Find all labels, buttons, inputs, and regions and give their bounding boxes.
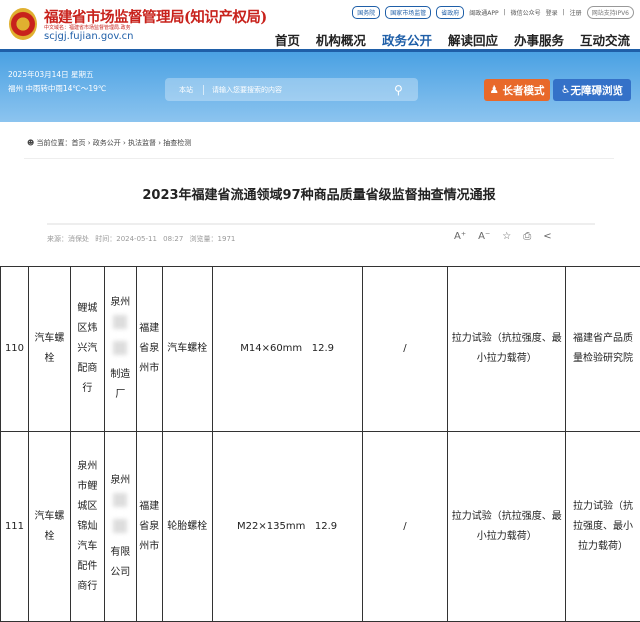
cell-lab: 拉力试验（抗拉强度、最小拉力载荷） [566,432,640,622]
elder-mode-label: 长者模式 [503,83,545,98]
cell-product: 汽车螺栓 [28,432,70,622]
article-tools: A⁺ A⁻ ☆ ⎙ < [454,231,552,242]
person-icon: ♟ [489,84,502,96]
search-icon[interactable]: ⚲ [394,83,418,97]
breadcrumb[interactable]: ☻ 当前位置：首页 › 政务公开 › 执法监督 › 抽查检测 [27,138,191,148]
cell-product: 汽车螺栓 [28,267,70,432]
font-decrease-icon[interactable]: A⁻ [478,231,490,242]
maker-suffix: 有限公司 [110,547,130,578]
grade: 12.9 [315,521,337,532]
login-link[interactable]: 登录 [546,8,558,17]
link-app[interactable]: 闽政通APP [469,8,498,17]
link-wechat[interactable]: 微信公众号 [511,8,541,17]
cell-brand: / [362,432,448,622]
cell-sample: 轮胎螺栓 [162,432,212,622]
nav-interaction[interactable]: 互动交流 [580,30,630,49]
cell-brand: / [362,267,448,432]
divider [24,158,614,159]
redacted [113,315,127,329]
cell-maker: 泉州有限公司 [104,432,136,622]
redacted [113,493,127,507]
cell-spec: M14×60mm 12.9 [212,267,362,432]
search-input[interactable]: 请输入您要搜索的内容 [204,85,394,95]
view-count: 浏览量：1971 [190,235,236,243]
spec: M22×135mm [237,521,305,532]
cell-spec: M22×135mm 12.9 [212,432,362,622]
nav-services[interactable]: 办事服务 [514,30,564,49]
cell-region: 福建省泉州市 [136,432,162,622]
cell-items: 拉力试验（抗拉强度、最小拉力载荷） [448,432,566,622]
main-nav: 首页 机构概况 政务公开 解读回应 办事服务 互动交流 [275,30,630,49]
maker-suffix: 制造厂 [110,369,130,400]
cell-seller: 鲤城区炜兴汽配商行 [70,267,104,432]
print-icon[interactable]: ⎙ [523,231,531,242]
search-scope-select[interactable]: 本站 [165,85,204,95]
cell-lab: 福建省产品质量检验研究院 [566,267,640,432]
results-table: 110 汽车螺栓 鲤城区炜兴汽配商行 泉州制造厂 福建省泉州市 汽车螺栓 M14… [0,266,640,622]
cell-maker: 泉州制造厂 [104,267,136,432]
cell-items: 拉力试验（抗拉强度、最小拉力载荷） [448,267,566,432]
font-increase-icon[interactable]: A⁺ [454,231,466,242]
date-text: 2025年03月14日 星期五 [8,68,106,82]
cell-no: 110 [1,267,29,432]
redacted [113,341,127,355]
divider [47,223,595,225]
table-row: 110 汽车螺栓 鲤城区炜兴汽配商行 泉州制造厂 福建省泉州市 汽车螺栓 M14… [1,267,640,432]
cell-region: 福建省泉州市 [136,267,162,432]
elder-mode-button[interactable]: ♟ 长者模式 [484,79,550,101]
source: 来源：消保处 [47,235,89,243]
accessibility-label: 无障碍浏览 [570,83,623,98]
spec: M14×60mm [240,343,302,354]
maker-prefix: 泉州 [110,475,130,486]
cell-sample: 汽车螺栓 [162,267,212,432]
grade: 12.9 [312,343,334,354]
table-row: 111 汽车螺栓 泉州市鲤城区锦灿汽车配件商行 泉州有限公司 福建省泉州市 轮胎… [1,432,640,622]
article-meta: 来源：消保处 时间：2024-05-11 08:27 浏览量：1971 [47,234,235,244]
share-icon[interactable]: < [543,231,551,242]
register-link[interactable]: 注册 [570,8,582,17]
link-province[interactable]: 省政府 [436,6,464,19]
redacted [113,519,127,533]
weather-text: 福州 中雨转中雨14℃～19℃ [8,82,106,96]
favorite-icon[interactable]: ☆ [502,231,511,242]
cell-seller: 泉州市鲤城区锦灿汽车配件商行 [70,432,104,622]
page-title: 2023年福建省流通领域97种商品质量省级监督抽查情况通报 [9,184,629,203]
nav-about[interactable]: 机构概况 [316,30,366,49]
ipv6-badge: 网站支持IPV6 [587,6,634,19]
link-state-council[interactable]: 国务院 [352,6,380,19]
emblem-icon [9,8,37,40]
site-header: 福建省市场监督管理局(知识产权局) 中文域名：福建省市场监督管理局.政务 scj… [0,0,640,52]
search-bar: 本站 请输入您要搜索的内容 ⚲ [165,78,418,101]
top-links: 国务院 国家市场监管 省政府 闽政通APP| 微信公众号 登录| 注册 网站支持… [352,6,634,19]
cell-no: 111 [1,432,29,622]
site-url: scjgj.fujian.gov.cn [44,31,133,42]
location-icon: ☻ [27,139,37,147]
maker-prefix: 泉州 [110,297,130,308]
breadcrumb-text[interactable]: 当前位置：首页 › 政务公开 › 执法监督 › 抽查检测 [37,139,192,147]
link-samr[interactable]: 国家市场监管 [385,6,431,19]
nav-gov-affairs[interactable]: 政务公开 [382,30,432,49]
publish-time: 时间：2024-05-11 08:27 [95,235,183,243]
accessibility-button[interactable]: ♿无障碍浏览 [553,79,631,101]
nav-interpret[interactable]: 解读回应 [448,30,498,49]
article-card: ☻ 当前位置：首页 › 政务公开 › 执法监督 › 抽查检测 2023年福建省流… [9,126,629,266]
date-weather: 2025年03月14日 星期五 福州 中雨转中雨14℃～19℃ [8,68,106,96]
nav-home[interactable]: 首页 [275,30,300,49]
site-subtitle: 中文域名：福建省市场监督管理局.政务 [44,24,131,31]
